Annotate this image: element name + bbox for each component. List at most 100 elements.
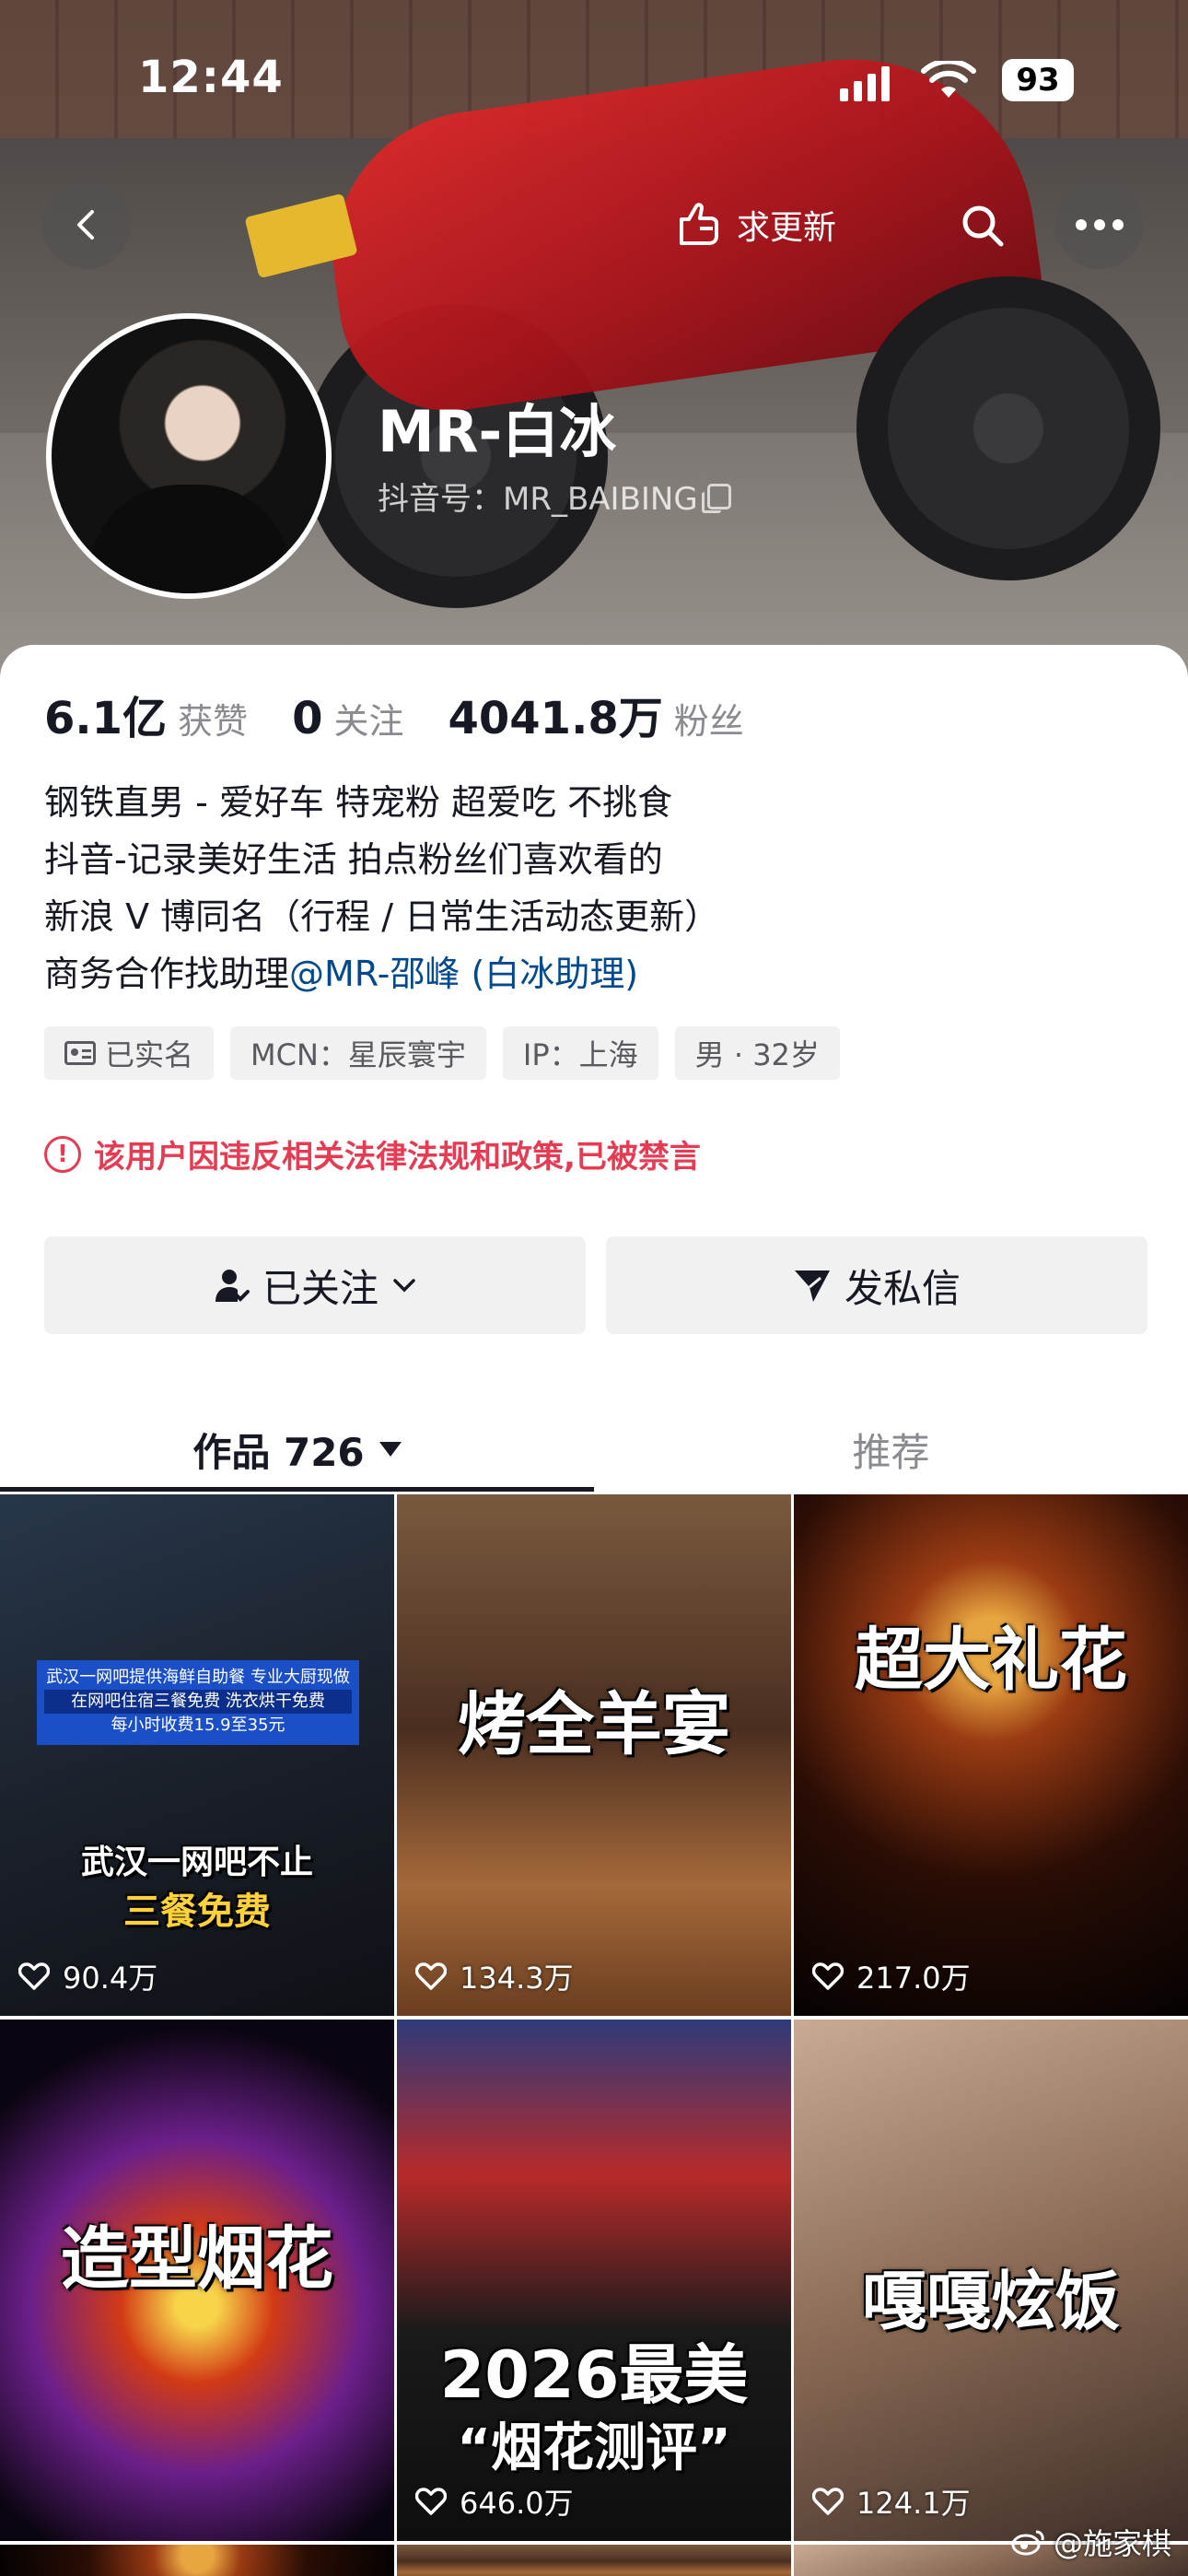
- tag-ip-label: IP：上海: [522, 1037, 638, 1072]
- tag-verified-label: 已实名: [105, 1037, 194, 1072]
- video-thumbnail[interactable]: 超大礼花 217.0万: [794, 1494, 1188, 2016]
- action-buttons: 已关注 发私信: [44, 1236, 1147, 1334]
- tab-works-label: 作品 726: [192, 1429, 365, 1475]
- video-caption: 武汉一网吧不止: [80, 1844, 313, 1881]
- video-caption: “烟花测评”: [457, 2418, 731, 2478]
- more-dots-icon: [1076, 219, 1124, 230]
- heart-icon: [812, 1962, 844, 1990]
- tag-gender-age: 男 · 32岁: [674, 1026, 840, 1080]
- tag-verified: 已实名: [44, 1026, 215, 1080]
- status-time: 12:44: [138, 52, 284, 103]
- id-card-icon: [64, 1041, 96, 1065]
- tab-works[interactable]: 作品 726: [0, 1399, 594, 1500]
- video-likes: 90.4万: [18, 1955, 157, 1997]
- video-caption: 造型烟花: [61, 2219, 333, 2299]
- video-caption: 嘎嘎炫饭: [862, 2264, 1120, 2339]
- warning-icon: !: [44, 1135, 81, 1173]
- tag-mcn[interactable]: MCN：星辰寰宇: [230, 1026, 486, 1080]
- news-banner: 武汉一网吧提供海鲜自助餐 专业大厨现做 在网吧住宿三餐免费 洗衣烘干免费 每小时…: [37, 1660, 359, 1745]
- video-thumbnail[interactable]: [0, 2545, 394, 2576]
- bio-line: 抖音-记录美好生活 拍点粉丝们喜欢看的: [44, 839, 663, 880]
- tag-gender-age-label: 男 · 32岁: [694, 1037, 820, 1072]
- bio-line: 新浪 V 博同名（行程 / 日常生活动态更新）: [44, 896, 720, 937]
- followers-count[interactable]: 4041.8万: [448, 682, 662, 746]
- send-message-label: 发私信: [844, 1265, 961, 1311]
- video-thumbnail[interactable]: 造型烟花: [0, 2020, 394, 2541]
- profile-bio: 钢铁直男 - 爱好车 特宠粉 超爱吃 不挑食 抖音-记录美好生活 拍点粉丝们喜欢…: [44, 774, 719, 1002]
- request-update-button[interactable]: 求更新: [672, 190, 836, 260]
- cellular-signal-icon: [840, 66, 890, 101]
- video-grid: 武汉一网吧提供海鲜自助餐 专业大厨现做 在网吧住宿三餐免费 洗衣烘干免费 每小时…: [0, 1494, 1188, 2576]
- weibo-logo-icon: [1011, 2530, 1044, 2556]
- profile-name: MR-白冰: [378, 398, 617, 465]
- search-icon: [962, 205, 1004, 247]
- heart-icon: [812, 2488, 844, 2515]
- video-thumbnail[interactable]: [397, 2545, 791, 2576]
- more-options-button[interactable]: [1055, 181, 1144, 269]
- video-caption: 超大礼花: [855, 1621, 1127, 1700]
- douyin-id-text: 抖音号：MR_BAIBING: [378, 481, 698, 518]
- following-button[interactable]: 已关注: [44, 1236, 586, 1334]
- motorcycle-front-wheel: [856, 276, 1160, 580]
- battery-indicator: 93: [1002, 59, 1074, 101]
- following-label[interactable]: 关注: [333, 693, 403, 744]
- likes-count: 6.1亿: [44, 693, 168, 744]
- video-likes-count: 217.0万: [856, 1961, 971, 1996]
- video-caption: 2026最美: [439, 2337, 749, 2413]
- search-button[interactable]: [950, 193, 1015, 258]
- avatar-figure: [88, 485, 291, 593]
- tag-ip: IP：上海: [502, 1026, 658, 1080]
- video-thumbnail[interactable]: 2026最美 “烟花测评” 646.0万: [397, 2020, 791, 2541]
- profile-avatar[interactable]: [46, 313, 332, 599]
- video-likes: 124.1万: [812, 2480, 971, 2523]
- request-update-label: 求更新: [737, 209, 837, 247]
- profile-stats: 6.1亿 获赞 0 关注 4041.8万 粉丝: [44, 682, 788, 746]
- video-thumbnail[interactable]: 烤全羊宴 134.3万: [397, 1494, 791, 2016]
- news-banner-top: 武汉一网吧提供海鲜自助餐 专业大厨现做: [46, 1668, 350, 1687]
- video-likes-count: 134.3万: [460, 1961, 574, 1996]
- tab-recommend[interactable]: 推荐: [594, 1399, 1188, 1500]
- heart-icon: [415, 1962, 447, 1990]
- followers-label[interactable]: 粉丝: [674, 693, 744, 744]
- send-icon: [794, 1270, 830, 1302]
- douyin-id[interactable]: 抖音号：MR_BAIBING: [378, 474, 731, 519]
- caret-down-icon: [379, 1442, 402, 1457]
- user-check-icon: [215, 1270, 250, 1302]
- heart-icon: [415, 2488, 447, 2515]
- ban-warning: ! 该用户因违反相关法律法规和政策,已被禁言: [44, 1131, 701, 1177]
- video-likes-count: 646.0万: [460, 2486, 574, 2521]
- weibo-watermark: @施家棋: [1011, 2521, 1171, 2563]
- watermark-text: @施家棋: [1053, 2526, 1171, 2561]
- tag-mcn-label: MCN：星辰寰宇: [250, 1037, 466, 1072]
- video-caption: 烤全羊宴: [458, 1685, 730, 1764]
- heart-icon: [18, 1962, 50, 1990]
- back-button[interactable]: [42, 181, 131, 269]
- news-banner-bottom: 每小时收费15.9至35元: [111, 1715, 285, 1735]
- likes-label: 获赞: [178, 701, 249, 742]
- chevron-down-icon: [393, 1279, 415, 1293]
- profile-tags: 已实名 MCN：星辰寰宇 IP：上海 男 · 32岁: [44, 1026, 840, 1080]
- tab-recommend-label: 推荐: [852, 1429, 930, 1475]
- bio-line: 商务合作找助理@MR-邵峰 (白冰助理): [44, 945, 719, 1002]
- video-likes: 646.0万: [415, 2480, 574, 2523]
- content-tabs: 作品 726 推荐: [0, 1399, 1188, 1500]
- assistant-mention-link[interactable]: @MR-邵峰 (白冰助理): [289, 954, 638, 994]
- send-message-button[interactable]: 发私信: [606, 1236, 1147, 1334]
- video-likes-count: 124.1万: [856, 2486, 971, 2521]
- bio-line-prefix: 商务合作找助理: [44, 954, 290, 994]
- ban-warning-text: 该用户因违反相关法律法规和政策,已被禁言: [94, 1139, 701, 1176]
- video-thumbnail[interactable]: 武汉一网吧提供海鲜自助餐 专业大厨现做 在网吧住宿三餐免费 洗衣烘干免费 每小时…: [0, 1494, 394, 2016]
- video-thumbnail[interactable]: 嘎嘎炫饭 124.1万: [794, 2020, 1188, 2541]
- active-tab-indicator: [0, 1487, 594, 1492]
- following-button-label: 已关注: [262, 1265, 379, 1311]
- copy-icon[interactable]: [701, 483, 731, 513]
- bio-line: 钢铁直男 - 爱好车 特宠粉 超爱吃 不挑食: [44, 782, 673, 823]
- following-count[interactable]: 0: [292, 693, 322, 744]
- video-likes-count: 90.4万: [63, 1961, 158, 1996]
- video-caption-highlight: 三餐免费: [123, 1891, 271, 1933]
- news-banner-mid: 在网吧住宿三餐免费 洗衣烘干免费: [44, 1690, 352, 1714]
- video-likes: 134.3万: [415, 1955, 574, 1997]
- status-bar: 12:44 93: [0, 0, 1188, 138]
- video-likes: 217.0万: [812, 1955, 971, 1997]
- wifi-icon: [921, 61, 976, 98]
